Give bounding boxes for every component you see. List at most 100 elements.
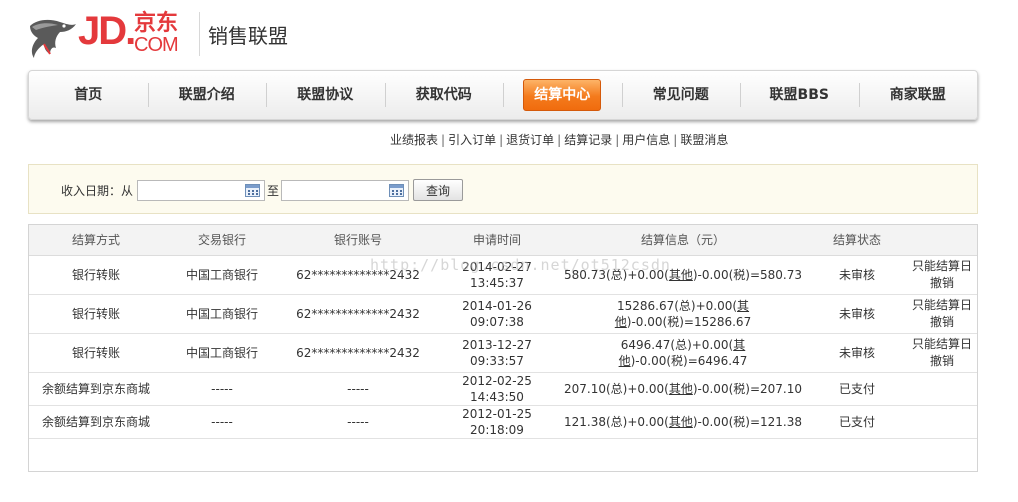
nav-item-faq[interactable]: 常见问题 [621, 70, 741, 120]
table-row: 余额结算到京东商城 ----- ----- 2012-01-25 20:18:0… [29, 405, 977, 439]
info-other-link[interactable]: 其他 [669, 415, 693, 429]
date-to-field[interactable] [281, 180, 409, 201]
sub-nav: 业绩报表 | 引入订单 | 退货订单 | 结算记录 | 用户信息 | 联盟消息 [390, 131, 728, 148]
subnav-separator: | [673, 133, 678, 147]
site-title: 销售联盟 [208, 24, 288, 48]
cell-account: 62*************2432 [281, 333, 435, 373]
info-prefix: 121.38(总)+0.00( [564, 414, 669, 429]
cell-note: 只能结算日撤销 [907, 294, 977, 334]
subnav-messages[interactable]: 联盟消息 [680, 133, 728, 147]
logo-cn-text: 京东 [134, 11, 179, 36]
info-prefix: 15286.67(总)+0.00( [616, 298, 738, 313]
settlement-table: 结算方式 交易银行 银行账号 申请时间 结算信息（元） 结算状态 银行转账 中国… [29, 225, 977, 439]
subnav-settlement-records[interactable]: 结算记录 [564, 133, 612, 147]
table-header-row: 结算方式 交易银行 银行账号 申请时间 结算信息（元） 结算状态 [29, 225, 977, 256]
cell-method: 银行转账 [29, 255, 163, 295]
cell-status: 未审核 [807, 333, 907, 373]
cell-account: ----- [281, 405, 435, 439]
cell-method: 银行转账 [29, 294, 163, 334]
date-to-input[interactable] [282, 181, 386, 200]
nav-item-home[interactable]: 首页 [29, 70, 148, 120]
table-row: 银行转账 中国工商银行 62*************2432 2014-01-… [29, 294, 977, 334]
info-other-link[interactable]: 其他 [669, 382, 693, 396]
subnav-separator: | [557, 133, 562, 147]
cell-status: 已支付 [807, 372, 907, 406]
nav-item-merchant[interactable]: 商家联盟 [858, 70, 978, 120]
nav-item-bbs[interactable]: 联盟BBS [740, 70, 859, 120]
info-suffix: )-0.00(税)=15286.67 [626, 314, 752, 329]
info-suffix: )-0.00(税)=580.73 [692, 267, 802, 282]
cell-method: 余额结算到京东商城 [29, 372, 163, 406]
table-row: 银行转账 中国工商银行 62*************2432 2013-12-… [29, 333, 977, 373]
cell-time: 2014-02-27 13:45:37 [435, 255, 559, 295]
calendar-icon[interactable] [245, 184, 260, 197]
column-header-note [907, 225, 977, 256]
nav-item-label: 联盟介绍 [178, 87, 235, 103]
header-divider [199, 12, 200, 56]
table-row: 银行转账 中国工商银行 62*************2432 2014-02-… [29, 255, 977, 295]
cell-note: 只能结算日撤销 [907, 333, 977, 373]
jd-logo[interactable]: JD. 京东 COM [26, 8, 196, 62]
cell-note [907, 372, 977, 406]
calendar-icon[interactable] [389, 184, 404, 197]
nav-item-label: 结算中心 [523, 79, 602, 111]
info-suffix: )-0.00(税)=121.38 [692, 414, 802, 429]
cell-time: 2012-01-25 20:18:09 [435, 405, 559, 439]
info-prefix: 6496.47(总)+0.00( [620, 337, 734, 352]
cell-time: 2012-02-25 14:43:50 [435, 372, 559, 406]
column-header-status: 结算状态 [807, 225, 907, 256]
cell-bank: ----- [163, 372, 281, 406]
nav-item-label: 首页 [74, 87, 103, 103]
cell-status: 已支付 [807, 405, 907, 439]
cell-note [907, 405, 977, 439]
date-from-input[interactable] [138, 181, 242, 200]
jd-dog-mascot-icon [30, 19, 76, 58]
nav-item-label: 常见问题 [652, 87, 709, 103]
cell-info: 6496.47(总)+0.00(其他)-0.00(税)=6496.47 [559, 333, 807, 373]
nav-item-label: 联盟协议 [297, 87, 354, 103]
cell-account: ----- [281, 372, 435, 406]
nav-item-settlement-center[interactable]: 结算中心 [503, 70, 622, 120]
subnav-separator: | [499, 133, 504, 147]
subnav-returned-orders[interactable]: 退货订单 [506, 133, 554, 147]
info-prefix: 580.73(总)+0.00( [564, 267, 669, 282]
subnav-referred-orders[interactable]: 引入订单 [448, 133, 496, 147]
column-header-method: 结算方式 [29, 225, 163, 256]
column-header-info: 结算信息（元） [559, 225, 807, 256]
date-from-label: 收入日期：从 [61, 184, 134, 198]
logo-com-text: COM [134, 34, 179, 56]
info-other-link[interactable]: 其他 [669, 268, 693, 282]
subnav-separator: | [615, 133, 620, 147]
nav-item-get-code[interactable]: 获取代码 [384, 70, 504, 120]
subnav-separator: | [441, 133, 446, 147]
cell-status: 未审核 [807, 255, 907, 295]
cell-account: 62*************2432 [281, 255, 435, 295]
cell-info: 580.73(总)+0.00(其他)-0.00(税)=580.73 [559, 255, 807, 295]
table-row: 余额结算到京东商城 ----- ----- 2012-02-25 14:43:5… [29, 372, 977, 406]
main-nav: 首页 联盟介绍 联盟协议 获取代码 结算中心 常见问题 联盟BBS 商家联盟 [28, 70, 978, 120]
subnav-user-info[interactable]: 用户信息 [622, 133, 670, 147]
info-suffix: )-0.00(税)=207.10 [692, 381, 802, 396]
settlement-table-container: 结算方式 交易银行 银行账号 申请时间 结算信息（元） 结算状态 银行转账 中国… [28, 224, 978, 472]
date-filter-panel: 收入日期：从 至 查询 [28, 164, 978, 214]
subnav-performance-report[interactable]: 业绩报表 [390, 133, 438, 147]
query-button[interactable]: 查询 [413, 179, 463, 201]
cell-info: 121.38(总)+0.00(其他)-0.00(税)=121.38 [559, 405, 807, 439]
cell-time: 2013-12-27 09:33:57 [435, 333, 559, 373]
column-header-time: 申请时间 [435, 225, 559, 256]
nav-item-about[interactable]: 联盟介绍 [147, 70, 267, 120]
cell-method: 余额结算到京东商城 [29, 405, 163, 439]
nav-item-label: 商家联盟 [889, 87, 946, 103]
nav-item-label: 联盟BBS [769, 87, 829, 103]
logo-jd-text: JD. [78, 9, 136, 53]
nav-item-agreement[interactable]: 联盟协议 [266, 70, 385, 120]
header: JD. 京东 COM 销售联盟 [26, 8, 426, 62]
cell-account: 62*************2432 [281, 294, 435, 334]
cell-status: 未审核 [807, 294, 907, 334]
info-suffix: )-0.00(税)=6496.47 [630, 353, 748, 368]
cell-bank: ----- [163, 405, 281, 439]
date-from-field[interactable] [137, 180, 265, 201]
column-header-account: 银行账号 [281, 225, 435, 256]
column-header-bank: 交易银行 [163, 225, 281, 256]
cell-info: 15286.67(总)+0.00(其他)-0.00(税)=15286.67 [559, 294, 807, 334]
